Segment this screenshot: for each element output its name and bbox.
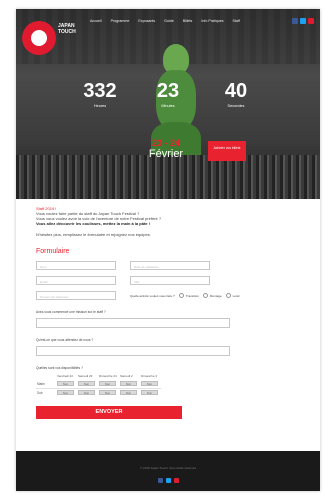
availability-select[interactable]: Non: [78, 381, 95, 387]
form-row: Nom Date de naissance: [36, 261, 300, 270]
question-label: Qu'est-ce que vous attendez de nous ?: [36, 338, 94, 342]
availability-select[interactable]: Non: [57, 390, 74, 396]
activity-radio-group: Quelle activité voulez-vous faire ? Tran…: [130, 293, 240, 298]
buy-tickets-button[interactable]: Acheter vos billets: [208, 141, 246, 161]
availability-title: Quelles sont vos disponibilités ?: [36, 366, 83, 370]
availability-select[interactable]: Non: [99, 390, 116, 396]
main-nav: Accueil Programme Exposants Guide Billet…: [90, 19, 240, 23]
main-content: Staff 2019 ! Vous voulez faire partie du…: [16, 199, 320, 419]
facebook-icon[interactable]: [292, 18, 298, 24]
youtube-icon[interactable]: [308, 18, 314, 24]
social-links-footer: [16, 478, 320, 483]
availability-select[interactable]: Non: [120, 381, 137, 387]
twitter-icon[interactable]: [300, 18, 306, 24]
email-input[interactable]: Email: [36, 276, 116, 285]
nav-billets[interactable]: Billets: [183, 19, 193, 23]
nav-accueil[interactable]: Accueil: [90, 19, 102, 23]
availability-select[interactable]: Non: [99, 381, 116, 387]
page: JAPAN TOUCH Accueil Programme Exposants …: [16, 9, 320, 491]
nav-info-pratiques[interactable]: Info Pratiques: [201, 19, 223, 23]
phone-input[interactable]: Numéro de téléphone: [36, 291, 116, 300]
table-row: Matin Non Non Non Non Non: [36, 380, 161, 389]
activity-question: Quelle activité voulez-vous faire ?: [130, 293, 175, 298]
counter-seconds: 40 Secondes: [224, 80, 248, 109]
intro: Staff 2019 ! Vous voulez faire partie du…: [36, 206, 300, 237]
form-row: Email Ville: [36, 276, 300, 285]
question-label: Avez-vous commencé une mission sur le st…: [36, 310, 106, 314]
copyright: © 2018 Japan Touch. Tous droits réservés: [140, 466, 196, 470]
facebook-icon[interactable]: [157, 478, 163, 483]
availability-select[interactable]: Non: [120, 390, 137, 396]
countdown: 332 Heures 23 Minutes 40 Secondes: [16, 80, 320, 109]
expectations-textarea[interactable]: [36, 346, 230, 356]
row-label: Soir: [36, 387, 56, 397]
form-row: Numéro de téléphone Quelle activité voul…: [36, 291, 300, 300]
availability-select[interactable]: Non: [78, 390, 95, 396]
table-row: Soir Non Non Non Non Non: [36, 387, 161, 397]
youtube-icon[interactable]: [173, 478, 179, 483]
logo-text: JAPAN TOUCH: [58, 23, 76, 35]
submit-button[interactable]: ENVOYER: [36, 405, 182, 419]
birthdate-input[interactable]: Date de naissance: [130, 261, 210, 270]
nav-programme[interactable]: Programme: [111, 19, 130, 23]
radio-montage[interactable]: Montage: [202, 293, 222, 298]
crowd-image: [16, 155, 320, 199]
hero-banner: JAPAN TOUCH Accueil Programme Exposants …: [16, 9, 320, 199]
availability-table: Vendredi 22 Samedi 23 Dimanche 24 Samedi…: [36, 374, 161, 397]
counter-hours: 332 Heures: [83, 80, 117, 109]
availability-select[interactable]: Non: [141, 390, 158, 396]
name-input[interactable]: Nom: [36, 261, 116, 270]
intro-line: Vous allez découvrir les coulisses, mett…: [36, 221, 150, 226]
twitter-icon[interactable]: [165, 478, 171, 483]
intro-line: N'hésitez plus, remplissez le formulaire…: [36, 232, 151, 237]
nav-guide[interactable]: Guide: [164, 19, 174, 23]
footer: © 2018 Japan Touch. Tous droits réservés: [16, 451, 320, 491]
radio-transition[interactable]: Transition: [178, 293, 199, 298]
nav-staff[interactable]: Staff: [233, 19, 240, 23]
radio-loisir[interactable]: Loisir: [225, 293, 240, 298]
mission-textarea[interactable]: [36, 318, 230, 328]
row-label: Matin: [37, 381, 45, 386]
nav-exposants[interactable]: Exposants: [138, 19, 155, 23]
counter-minutes: 23 Minutes: [156, 80, 180, 109]
city-input[interactable]: Ville: [130, 276, 210, 285]
event-dates: 23 - 24 Février: [148, 138, 184, 160]
form-title: Formulaire: [36, 248, 70, 255]
social-links-top: [292, 18, 314, 24]
availability-select[interactable]: Non: [57, 381, 74, 387]
availability-select[interactable]: Non: [141, 381, 158, 387]
japan-touch-logo[interactable]: [22, 21, 56, 55]
